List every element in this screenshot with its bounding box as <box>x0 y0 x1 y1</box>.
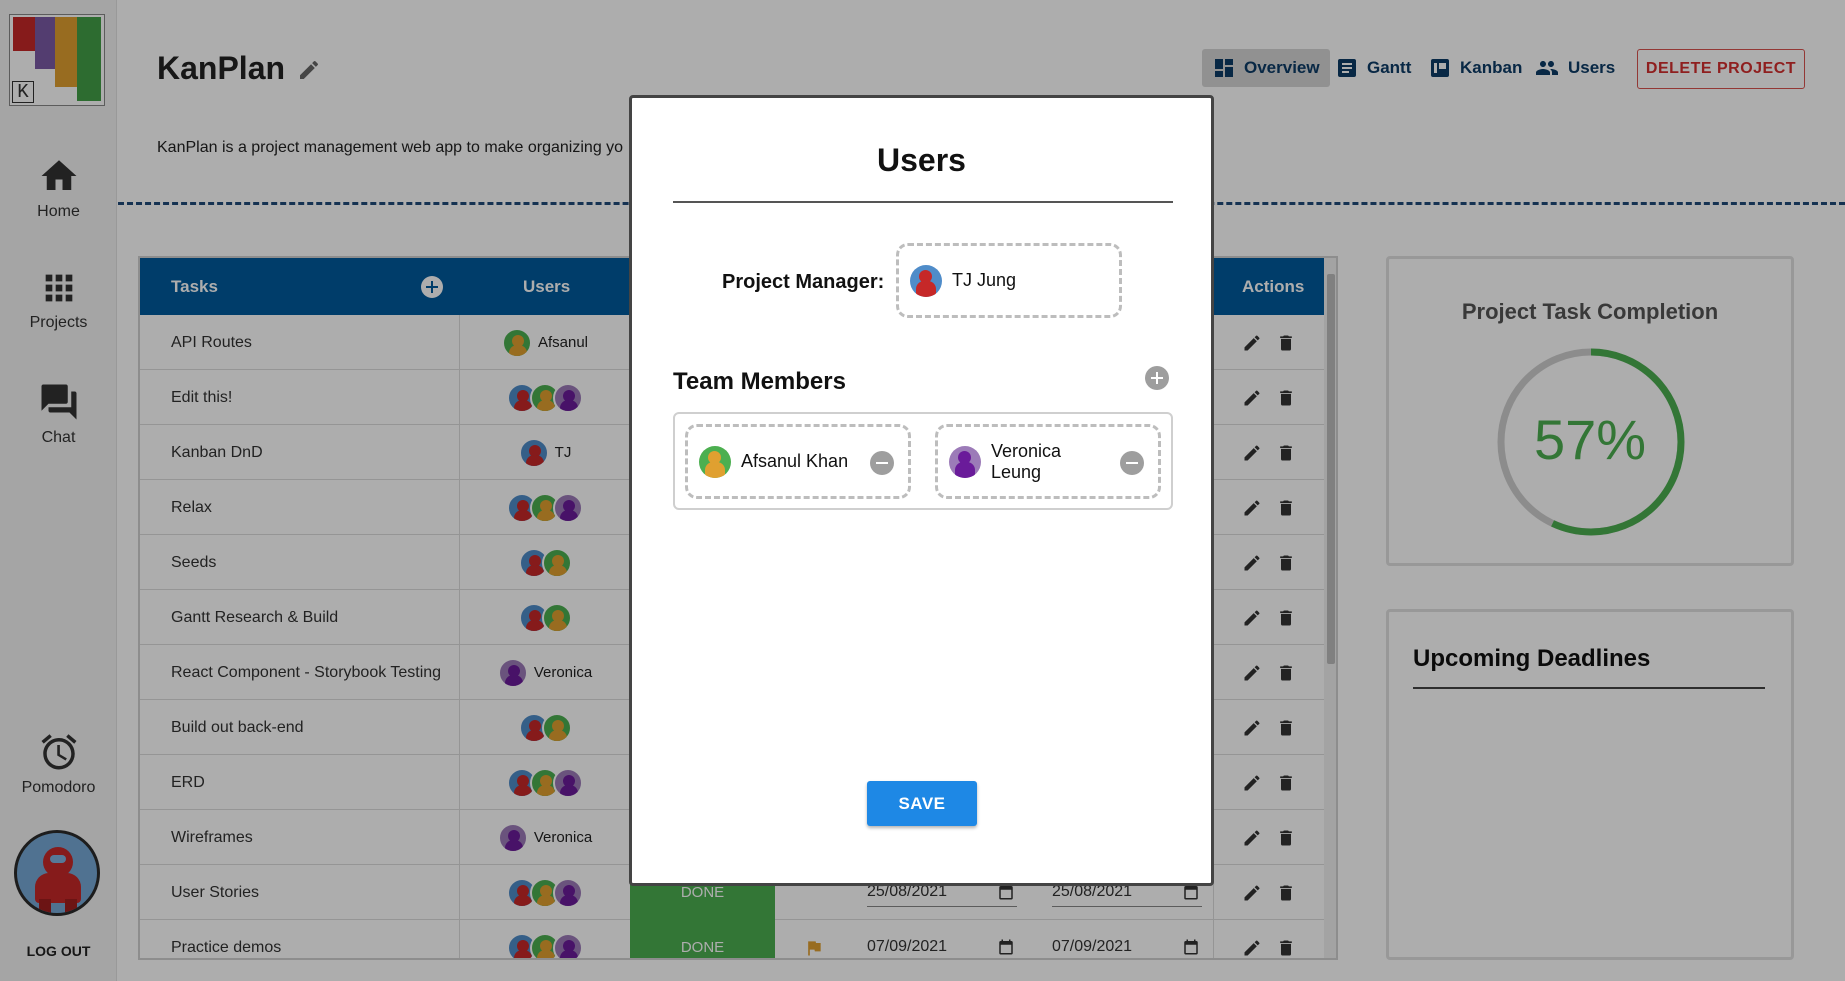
remove-member-icon[interactable] <box>870 451 894 475</box>
avatar <box>910 264 942 297</box>
project-manager-label: Project Manager: <box>722 271 885 293</box>
save-button[interactable]: SAVE <box>867 781 977 826</box>
member-name: Afsanul Khan <box>741 451 849 471</box>
team-members-list: Afsanul Khan Veronica Leung <box>673 412 1173 510</box>
add-member-icon[interactable] <box>1145 366 1169 390</box>
member-chip[interactable]: Afsanul Khan <box>685 424 911 499</box>
avatar <box>699 445 731 478</box>
project-manager-chip[interactable]: TJ Jung <box>896 243 1122 318</box>
avatar <box>949 445 981 478</box>
member-chip[interactable]: Veronica Leung <box>935 424 1161 499</box>
team-members-label: Team Members <box>673 368 846 395</box>
modal-divider <box>673 201 1173 203</box>
member-name: Veronica Leung <box>991 440 1062 482</box>
modal-title: Users <box>877 142 966 178</box>
remove-member-icon[interactable] <box>1120 451 1144 475</box>
users-modal: Users Project Manager: TJ Jung Team Memb… <box>629 95 1214 886</box>
project-manager-name: TJ Jung <box>952 270 1017 290</box>
